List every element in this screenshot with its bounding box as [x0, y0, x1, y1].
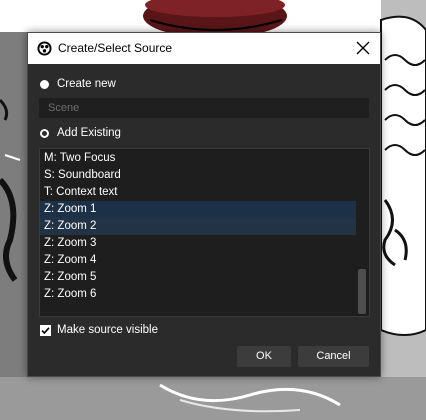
checkbox-checked-icon: [40, 324, 51, 336]
close-icon[interactable]: [354, 39, 372, 57]
make-source-visible-label: Make source visible: [57, 324, 158, 336]
list-item[interactable]: Z: Zoom 6: [40, 286, 356, 303]
scene-name-input[interactable]: [39, 98, 369, 118]
dialog-titlebar: Create/Select Source: [28, 33, 380, 64]
dialog-title: Create/Select Source: [58, 41, 173, 55]
radio-checked-icon: [40, 128, 49, 138]
list-item[interactable]: T: Context text: [40, 184, 356, 201]
list-item[interactable]: Z: Zoom 3: [40, 235, 356, 252]
add-existing-label: Add Existing: [57, 127, 121, 139]
list-item[interactable]: M: Two Focus: [40, 150, 356, 167]
create-new-radio[interactable]: Create new: [40, 78, 116, 90]
ok-button[interactable]: OK: [237, 346, 291, 367]
obs-logo-icon: [37, 41, 52, 56]
list-scrollbar-thumb[interactable]: [358, 269, 366, 314]
list-item[interactable]: S: Soundboard: [40, 167, 356, 184]
list-item[interactable]: Z: Zoom 4: [40, 252, 356, 269]
radio-unchecked-icon: [40, 79, 49, 89]
list-item-selected[interactable]: Z: Zoom 1: [40, 201, 356, 218]
create-select-source-dialog: Create/Select Source Create new Add Exis…: [27, 32, 381, 377]
existing-sources-list[interactable]: M: Two Focus S: Soundboard T: Context te…: [39, 148, 370, 317]
list-item[interactable]: Z: Zoom 5: [40, 269, 356, 286]
make-source-visible-checkbox[interactable]: Make source visible: [40, 324, 158, 336]
add-existing-radio[interactable]: Add Existing: [40, 127, 121, 139]
create-new-label: Create new: [57, 78, 116, 90]
list-item-selected[interactable]: Z: Zoom 2: [40, 218, 356, 235]
cancel-button[interactable]: Cancel: [298, 346, 369, 367]
